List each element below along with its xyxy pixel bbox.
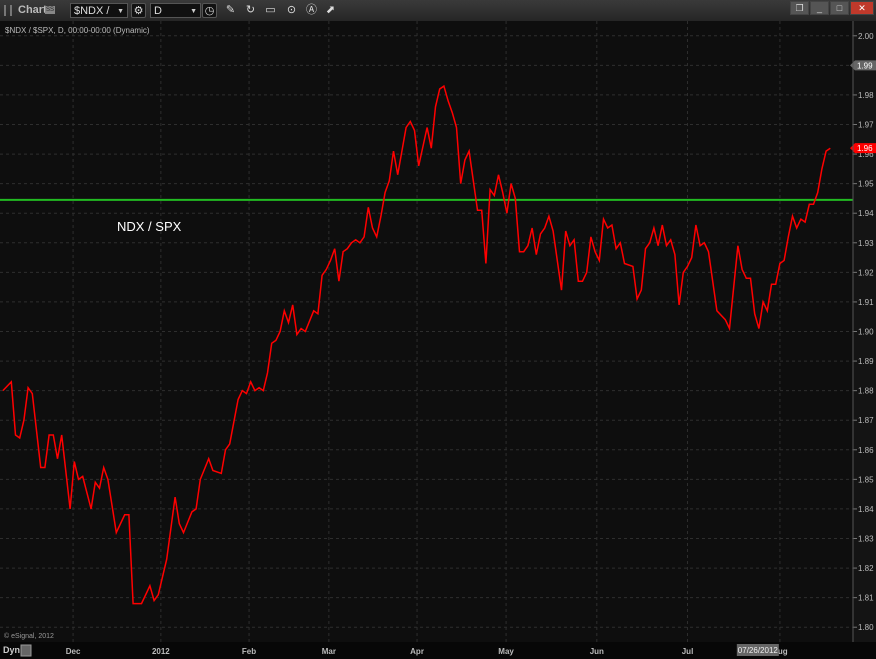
annotation-label[interactable]: NDX / SPX xyxy=(117,219,182,234)
x-tick-label: May xyxy=(498,647,514,656)
lock-icon[interactable] xyxy=(20,644,32,657)
y-tick-label: 1.83 xyxy=(858,535,874,544)
dyn-label: Dyn xyxy=(3,645,20,655)
link-icon[interactable]: ⬈ xyxy=(323,3,338,18)
y-tick-label: 1.98 xyxy=(858,91,874,100)
play-icon[interactable]: ⊙ xyxy=(284,3,299,18)
y-tick-label: 1.90 xyxy=(858,328,874,337)
y-tick-label: 1.86 xyxy=(858,446,874,455)
y-tick-label: 1.81 xyxy=(858,594,874,603)
chevron-down-icon[interactable]: ▼ xyxy=(190,4,197,19)
price-marker-label: 1.96 xyxy=(857,144,873,153)
x-tick-label: Jun xyxy=(590,647,604,656)
copyright: © eSignal, 2012 xyxy=(4,632,54,640)
maximize-button[interactable]: □ xyxy=(830,1,849,15)
refresh-icon[interactable]: ↻ xyxy=(243,3,258,18)
y-tick-label: 1.94 xyxy=(858,209,874,218)
clock-icon[interactable]: ◷ xyxy=(202,3,217,18)
y-tick-label: 2.00 xyxy=(858,32,874,41)
alert-icon[interactable]: Ⓐ xyxy=(304,3,319,18)
y-tick-label: 1.85 xyxy=(858,475,874,484)
x-tick-label: Mar xyxy=(322,647,336,656)
y-tick-label: 1.80 xyxy=(858,623,874,632)
close-button[interactable]: ✕ xyxy=(850,1,874,15)
y-tick-label: 1.95 xyxy=(858,180,874,189)
y-tick-label: 1.97 xyxy=(858,121,874,130)
cursor-date-label: 07/26/2012 xyxy=(738,646,779,655)
y-tick-label: 1.89 xyxy=(858,357,874,366)
y-tick-label: 1.92 xyxy=(858,268,874,277)
x-tick-label: Dec xyxy=(66,647,81,656)
price-marker-label: 1.99 xyxy=(857,61,873,70)
y-tick-label: 1.82 xyxy=(858,564,874,573)
x-tick-label: 2012 xyxy=(152,647,170,656)
y-tick-label: 1.87 xyxy=(858,416,874,425)
chart-area[interactable]: 1.80 1.81 1.82 1.83 1.84 1.85 1.86 1.87 1.88 1.89… xyxy=(0,21,876,659)
x-tick-label: Apr xyxy=(410,647,424,656)
chart-toolbar: Chart SS $NDX / $SF▼ ⚙ D▼ ◷ ✎ ↻ ▭ ⊙ Ⓐ ⬈ … xyxy=(0,0,876,32)
interval-select[interactable]: D ▼ xyxy=(150,3,201,18)
minimize-button[interactable]: _ xyxy=(810,1,829,15)
restore-button[interactable]: ❐ xyxy=(790,1,809,15)
y-tick-label: 1.93 xyxy=(858,239,874,248)
window-controls: ❐ _ □ ✕ xyxy=(790,1,874,15)
screen-icon[interactable]: ▭ xyxy=(263,3,278,18)
y-tick-label: 1.84 xyxy=(858,505,874,514)
drag-grip-icon[interactable] xyxy=(4,5,12,16)
pencil-icon[interactable]: ✎ xyxy=(223,3,238,18)
settings-icon[interactable]: ⚙ xyxy=(131,3,146,18)
x-tick-label: Jul xyxy=(682,647,694,656)
interval-value: D xyxy=(154,5,162,17)
window-title: Chart xyxy=(18,4,47,16)
symbol-input[interactable]: $NDX / $SF▼ xyxy=(70,3,128,32)
y-tick-label: 1.91 xyxy=(858,298,874,307)
chart-header: $NDX / $SPX, D, 00:00-00:00 (Dynamic) xyxy=(5,26,150,35)
x-tick-label: Feb xyxy=(242,647,256,656)
chevron-down-icon[interactable]: ▼ xyxy=(117,4,124,19)
link-badge[interactable]: SS xyxy=(45,6,55,14)
y-tick-label: 1.88 xyxy=(858,387,874,396)
